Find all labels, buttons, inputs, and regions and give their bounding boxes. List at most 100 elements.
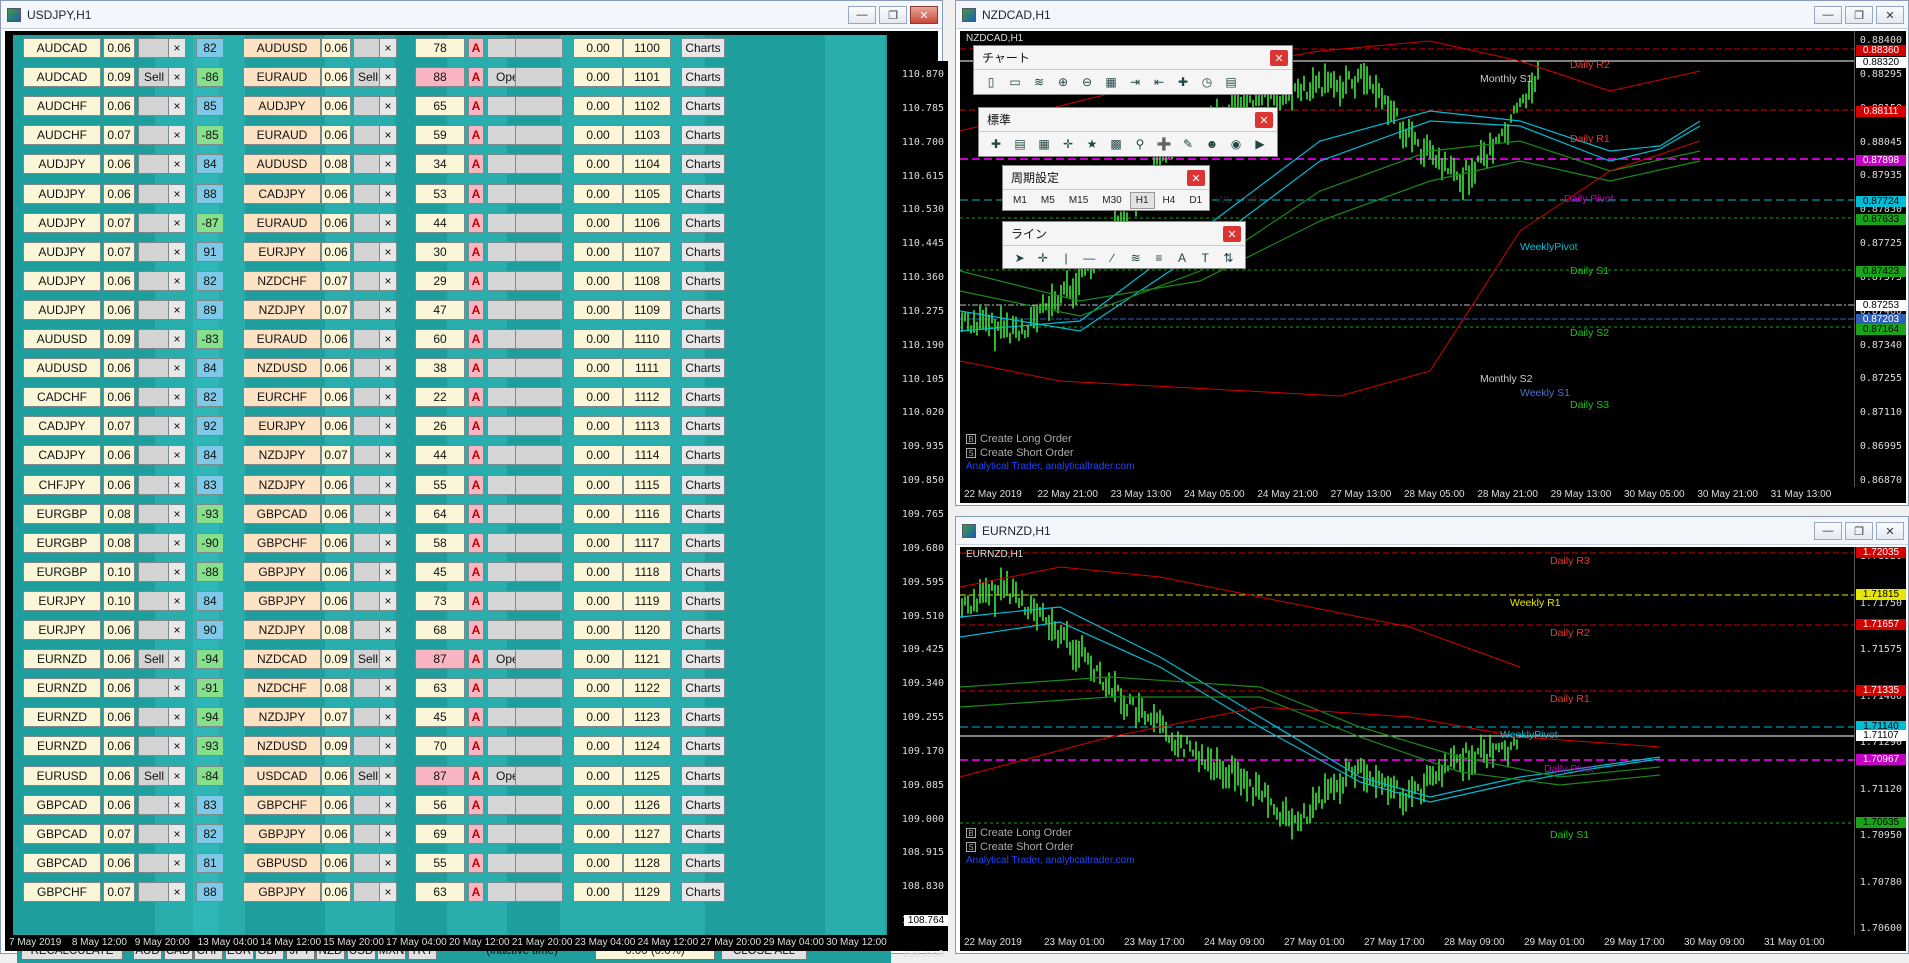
remove-button[interactable]: × [168, 765, 186, 786]
restore-button[interactable]: ❐ [1845, 6, 1873, 24]
remove-button[interactable]: × [168, 387, 186, 408]
remove-button[interactable]: × [168, 503, 186, 524]
charts-button[interactable]: Charts [681, 620, 725, 640]
minimize-button[interactable]: — [848, 6, 876, 24]
remove-button-2[interactable]: × [379, 794, 397, 815]
charts-button[interactable]: Charts [681, 649, 725, 670]
charts-button[interactable]: Charts [681, 590, 725, 611]
trade-button[interactable] [138, 881, 170, 902]
toolbar-close-button[interactable]: ✕ [1187, 170, 1205, 186]
auto-toggle[interactable]: A [468, 736, 484, 757]
close-button[interactable]: ✕ [910, 6, 938, 24]
remove-button-2[interactable]: × [379, 620, 397, 640]
trade-button[interactable] [138, 329, 170, 349]
remove-button[interactable]: × [168, 183, 186, 204]
remove-button[interactable]: × [168, 212, 186, 233]
arrows-icon[interactable]: ⇅ [1220, 250, 1237, 266]
charts-button[interactable]: Charts [681, 823, 725, 844]
trade-button[interactable] [138, 125, 170, 146]
period-mn[interactable]: MN [1239, 192, 1267, 209]
remove-button-2[interactable]: × [379, 474, 397, 495]
remove-button-2[interactable]: × [379, 416, 397, 437]
remove-button-2[interactable]: × [379, 736, 397, 757]
charts-button[interactable]: Charts [681, 852, 725, 873]
auto-toggle[interactable]: A [468, 474, 484, 495]
period-m30[interactable]: M30 [1096, 192, 1127, 209]
window-titlebar[interactable]: EURNZD,H1 — ❐ ✕ [956, 517, 1908, 545]
remove-button[interactable]: × [168, 416, 186, 437]
auto-toggle[interactable]: A [468, 532, 484, 553]
remove-button-2[interactable]: × [379, 881, 397, 902]
fibonacci-icon[interactable]: ≡ [1150, 250, 1167, 266]
editor-icon[interactable]: ✎ [1179, 136, 1197, 152]
create-short-order[interactable]: S Create Short Order [966, 447, 1074, 459]
remove-button[interactable]: × [168, 881, 186, 902]
charts-button[interactable]: Charts [681, 387, 725, 408]
trade-button[interactable] [138, 387, 170, 408]
remove-button-2[interactable]: × [379, 503, 397, 524]
eurnzd-chart[interactable]: EURNZD,H1 Daily R3 Weekly R1 Daily R2 Da… [960, 547, 1906, 935]
auto-toggle[interactable]: A [468, 96, 484, 117]
trade-button[interactable] [138, 212, 170, 233]
remove-button[interactable]: × [168, 794, 186, 815]
remove-button-2[interactable]: × [379, 67, 397, 88]
remove-button[interactable]: × [168, 67, 186, 88]
remove-button[interactable]: × [168, 852, 186, 873]
remove-button-2[interactable]: × [379, 707, 397, 728]
horizontal-line-icon[interactable]: — [1081, 250, 1098, 266]
remove-button-2[interactable]: × [379, 532, 397, 553]
vertical-line-icon[interactable]: | [1057, 250, 1074, 266]
trade-button[interactable] [138, 241, 170, 262]
trade-button[interactable] [138, 416, 170, 437]
charts-button[interactable]: Charts [681, 736, 725, 757]
remove-button-2[interactable]: × [379, 329, 397, 349]
auto-toggle[interactable]: A [468, 561, 484, 582]
profiles-icon[interactable]: ▤ [1011, 136, 1029, 152]
indicators-icon[interactable]: ✚ [1174, 74, 1192, 90]
toolbar-close-button[interactable]: ✕ [1255, 112, 1273, 128]
auto-toggle[interactable]: A [468, 852, 484, 873]
new-chart-icon[interactable]: ✚ [987, 136, 1005, 152]
auto-toggle[interactable]: A [468, 707, 484, 728]
charts-button[interactable]: Charts [681, 212, 725, 233]
trade-button[interactable] [138, 270, 170, 291]
remove-button[interactable]: × [168, 532, 186, 553]
period-m5[interactable]: M5 [1035, 192, 1061, 209]
charts-button[interactable]: Charts [681, 561, 725, 582]
auto-toggle[interactable]: A [468, 620, 484, 640]
remove-button[interactable]: × [168, 823, 186, 844]
auto-toggle[interactable]: A [468, 183, 484, 204]
minimize-button[interactable]: — [1814, 6, 1842, 24]
window-titlebar[interactable]: NZDCAD,H1 — ❐ ✕ [956, 1, 1908, 29]
remove-button-2[interactable]: × [379, 125, 397, 146]
charts-button[interactable]: Charts [681, 241, 725, 262]
remove-button-2[interactable]: × [379, 649, 397, 670]
navigator-icon[interactable]: ★ [1083, 136, 1101, 152]
create-long-order[interactable]: B Create Long Order [966, 827, 1072, 839]
auto-toggle[interactable]: A [468, 299, 484, 320]
remove-button[interactable]: × [168, 678, 186, 699]
remove-button[interactable]: × [168, 270, 186, 291]
create-short-order[interactable]: S Create Short Order [966, 841, 1074, 853]
auto-toggle[interactable]: A [468, 212, 484, 233]
label-icon[interactable]: T [1197, 250, 1214, 266]
signals-icon[interactable]: ◉ [1227, 136, 1245, 152]
trade-button[interactable] [138, 736, 170, 757]
crosshair-icon[interactable]: ✛ [1059, 136, 1077, 152]
zoom-in-icon[interactable]: ⊕ [1054, 74, 1072, 90]
remove-button[interactable]: × [168, 590, 186, 611]
charts-button[interactable]: Charts [681, 96, 725, 117]
auto-toggle[interactable]: A [468, 416, 484, 437]
crosshair-icon[interactable]: ✛ [1034, 250, 1051, 266]
templates-icon[interactable]: ▤ [1222, 74, 1240, 90]
remove-button-2[interactable]: × [379, 358, 397, 379]
trade-button[interactable] [138, 590, 170, 611]
charts-button[interactable]: Charts [681, 38, 725, 58]
terminal-icon[interactable]: ▩ [1107, 136, 1125, 152]
charts-button[interactable]: Charts [681, 299, 725, 320]
remove-button-2[interactable]: × [379, 387, 397, 408]
restore-button[interactable]: ❐ [879, 6, 907, 24]
charts-button[interactable]: Charts [681, 707, 725, 728]
remove-button[interactable]: × [168, 299, 186, 320]
tile-windows-icon[interactable]: ▦ [1102, 74, 1120, 90]
